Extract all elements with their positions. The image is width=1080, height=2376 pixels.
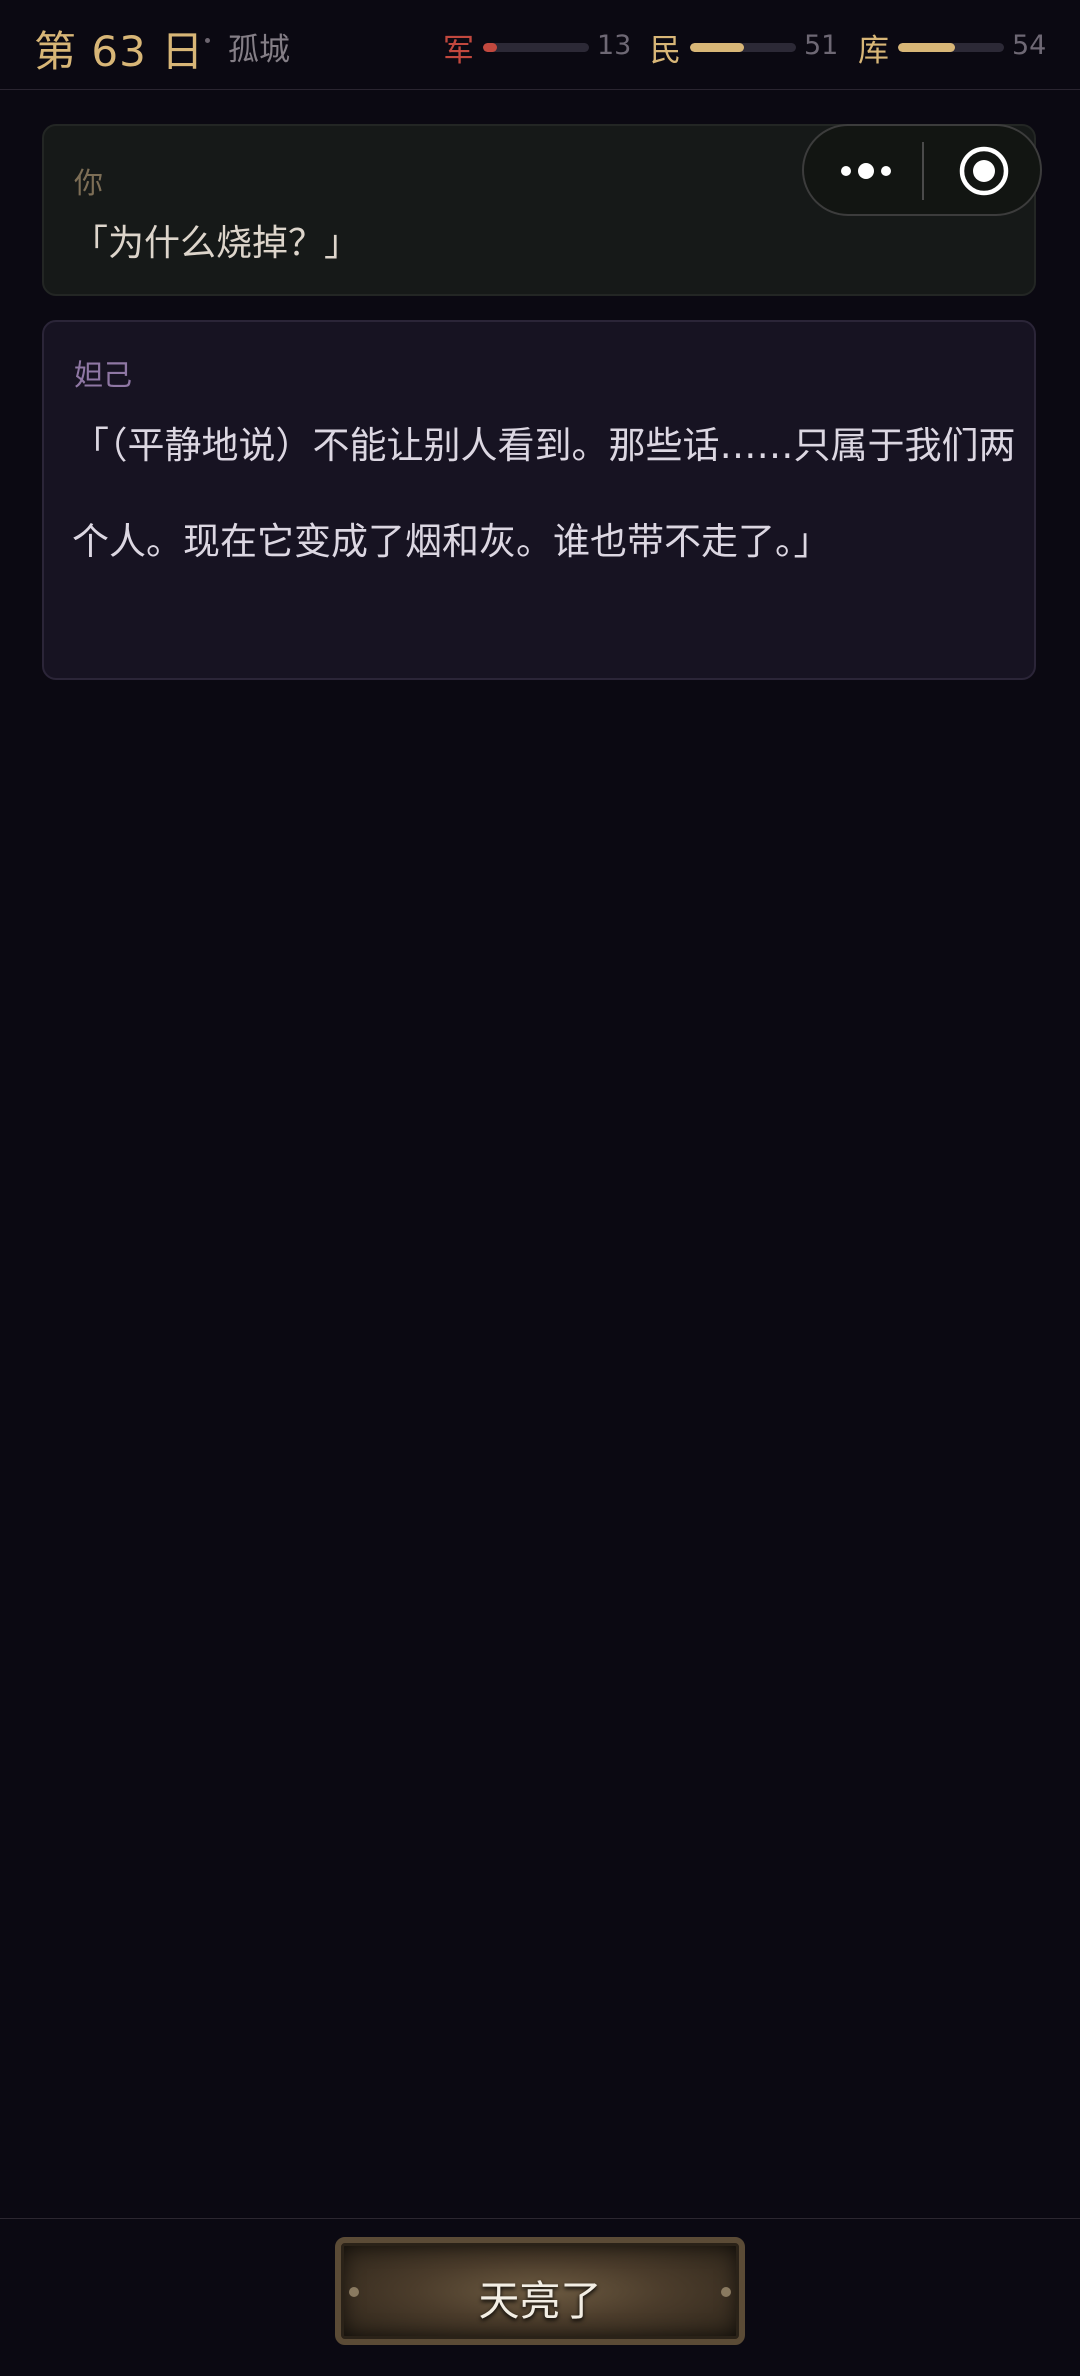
speaker-name: 妲己 — [74, 358, 133, 392]
speaker-name: 你 — [74, 166, 104, 200]
stat-people-fill — [690, 43, 744, 52]
capsule-divider — [922, 142, 924, 200]
stat-people-bar — [690, 43, 796, 52]
day-prefix: 第 — [34, 27, 78, 76]
target-icon[interactable] — [959, 146, 1009, 196]
day-suffix: 日 — [161, 27, 205, 76]
location-label: 孤城 — [228, 32, 290, 68]
dialogue-card-daji: 妲己 「（平静地说）不能让别人看到。那些话……只属于我们两个人。现在它变成了烟和… — [42, 320, 1036, 680]
stat-storage-value: 54 — [1012, 30, 1047, 61]
dawn-button[interactable]: 天亮了 — [335, 2237, 745, 2345]
stat-storage-bar — [898, 43, 1004, 52]
dawn-button-label: 天亮了 — [478, 2277, 602, 2325]
stat-people-label: 民 — [650, 33, 681, 69]
day-counter: 第 63 日 — [34, 18, 204, 79]
stat-army-fill — [483, 43, 497, 52]
separator-dot — [205, 38, 210, 43]
more-dots-icon[interactable] — [838, 156, 894, 186]
stat-army-label: 军 — [443, 33, 474, 69]
stat-storage-fill — [898, 43, 955, 52]
top-status-bar: 第 63 日 孤城 军 13 民 51 库 54 — [0, 0, 1080, 90]
bottom-action-bar: 天亮了 — [0, 2218, 1080, 2376]
dialogue-text: 「为什么烧掉？」 — [72, 223, 361, 264]
dialogue-text: 「（平静地说）不能让别人看到。那些话……只属于我们两个人。现在它变成了烟和灰。谁… — [72, 424, 1016, 563]
stat-army-value: 13 — [597, 30, 632, 61]
mini-program-capsule — [802, 124, 1042, 216]
stat-army-bar — [483, 43, 589, 52]
stat-people-value: 51 — [804, 30, 839, 61]
day-number: 63 — [91, 27, 147, 76]
stat-storage-label: 库 — [858, 33, 889, 69]
